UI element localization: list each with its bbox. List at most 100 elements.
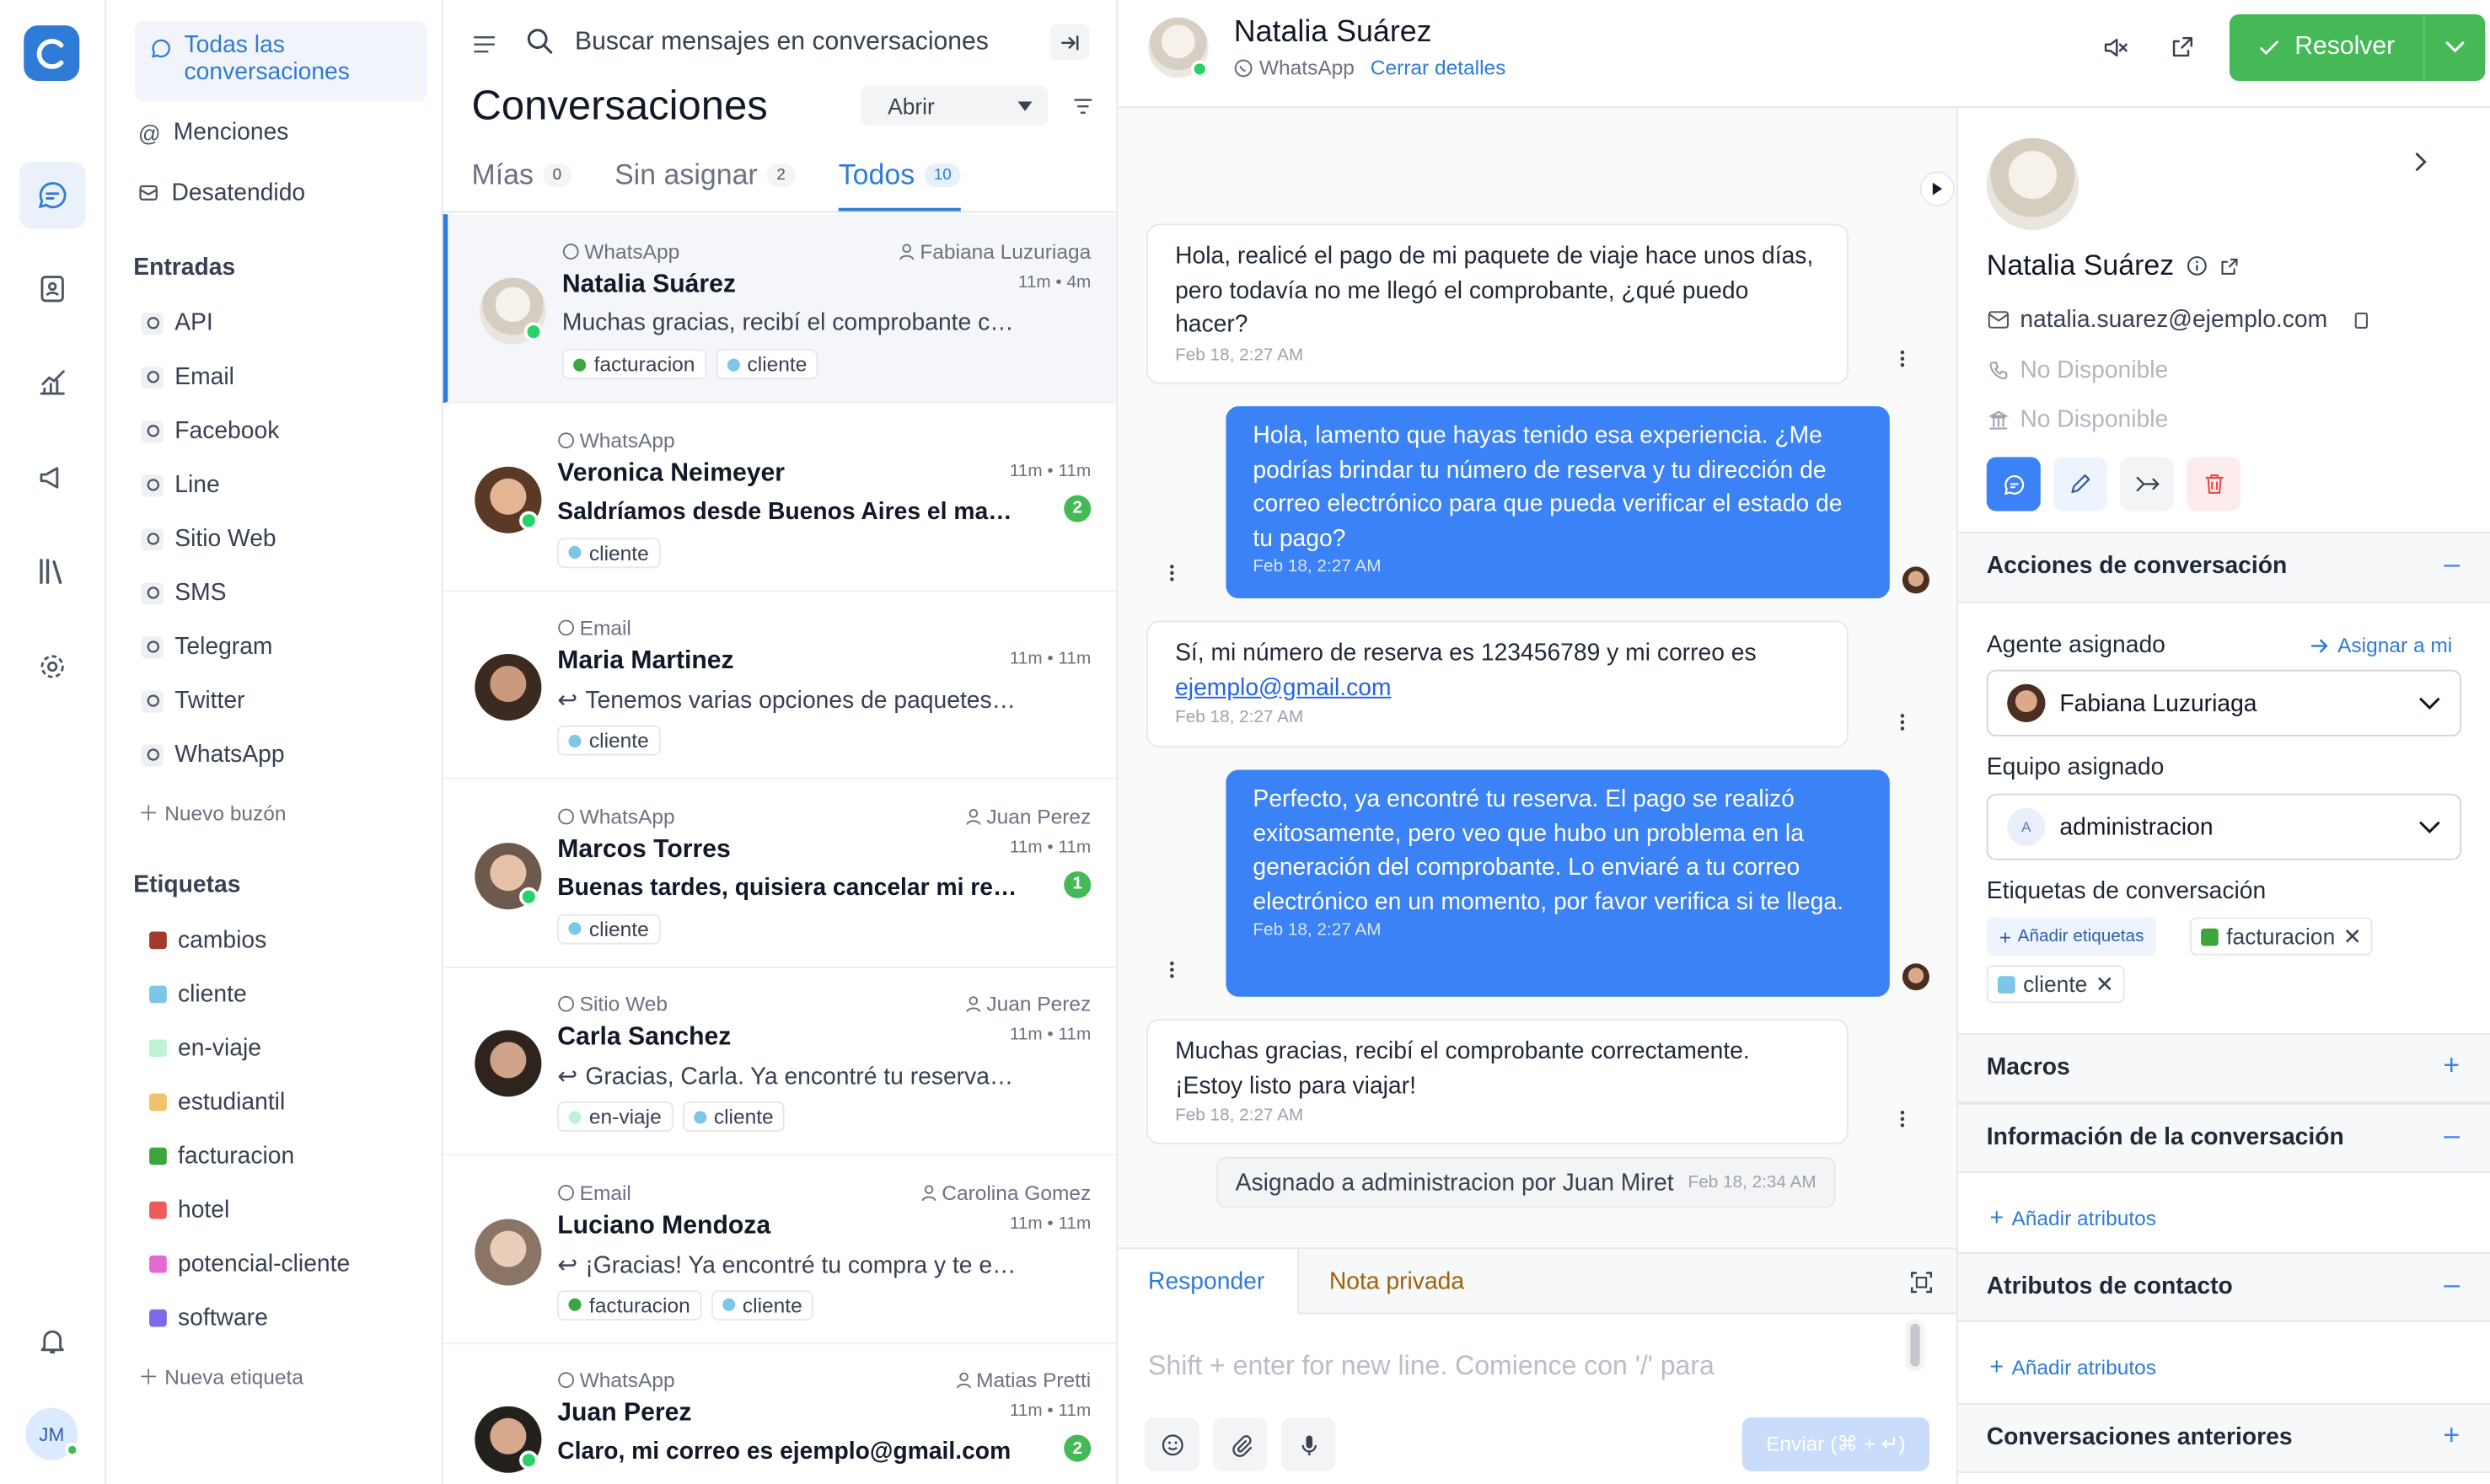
message-menu-icon[interactable] xyxy=(1899,1109,1906,1128)
sidebar-inbox-item[interactable]: API xyxy=(141,309,213,336)
remove-tag-icon[interactable]: ✕ xyxy=(2096,971,2114,998)
sidebar-inbox-item[interactable]: WhatsApp xyxy=(141,742,285,769)
collapse-icon[interactable]: – xyxy=(2444,1268,2460,1302)
add-attributes-label: Añadir atributos xyxy=(2011,1355,2157,1380)
add-tags-button[interactable]: + Añadir etiquetas xyxy=(1986,917,2157,956)
section-macros[interactable]: Macros + xyxy=(1957,1033,2490,1103)
contacts-icon[interactable] xyxy=(19,255,86,322)
chevron-right-icon[interactable] xyxy=(2414,151,2430,173)
message-menu-icon[interactable] xyxy=(1169,564,1176,583)
sidebar-inbox-item[interactable]: Facebook xyxy=(141,417,279,444)
expand-icon[interactable]: + xyxy=(2443,1419,2460,1453)
add-attributes-link[interactable]: + Añadir atributos xyxy=(1990,1205,2156,1232)
chat-icon[interactable] xyxy=(19,162,86,229)
sidebar-label-item[interactable]: potencial-cliente xyxy=(149,1251,350,1278)
conversation-card[interactable]: WhatsApp Fabiana Luzuriaga Natalia Suárez 1… xyxy=(443,214,1117,404)
conversation-card[interactable]: WhatsApp Veronica Neimeyer 11m • 11m Saldrí… xyxy=(443,402,1117,592)
copy-icon[interactable] xyxy=(2351,310,2369,329)
section-previous-conversations[interactable]: Conversaciones anteriores + xyxy=(1957,1402,2490,1473)
send-button[interactable]: Enviar (⌘ + ↵) xyxy=(1741,1417,1929,1471)
mute-icon[interactable] xyxy=(2102,35,2128,60)
sidebar-inbox-item[interactable]: Telegram xyxy=(141,633,272,660)
collapse-panel-button[interactable] xyxy=(1049,24,1090,61)
menu-icon[interactable] xyxy=(473,35,496,54)
tab-all[interactable]: Todos 10 xyxy=(839,158,962,192)
collapse-icon[interactable]: – xyxy=(2444,1119,2460,1153)
merge-contact-button[interactable] xyxy=(2120,457,2175,512)
filter-icon[interactable] xyxy=(1074,99,1093,115)
external-link-icon[interactable] xyxy=(2220,256,2240,276)
chevron-down-icon[interactable] xyxy=(2444,40,2466,56)
conversation-card[interactable]: WhatsApp Matias Pretti Juan Perez 11m • 11m… xyxy=(443,1342,1117,1484)
sidebar-label-item[interactable]: software xyxy=(149,1305,268,1331)
message-menu-icon[interactable] xyxy=(1899,713,1906,732)
user-avatar[interactable]: JM xyxy=(25,1407,80,1460)
sidebar-inbox-item[interactable]: SMS xyxy=(141,579,226,606)
settings-icon[interactable] xyxy=(19,633,86,699)
bell-icon[interactable] xyxy=(19,1308,86,1374)
conversation-card[interactable]: WhatsApp Juan Perez Marcos Torres 11m • 11m… xyxy=(443,779,1117,967)
remove-tag-icon[interactable]: ✕ xyxy=(2343,923,2362,950)
library-icon[interactable] xyxy=(19,538,86,604)
conversation-card[interactable]: Sitio Web Juan Perez Carla Sanchez 11m • 11… xyxy=(443,967,1117,1156)
sidebar-item-all-conversations[interactable]: Todas las conversaciones xyxy=(135,20,427,102)
new-message-button[interactable] xyxy=(1986,457,2041,512)
delete-contact-button[interactable] xyxy=(2187,457,2241,512)
emoji-button[interactable] xyxy=(1145,1417,1199,1471)
sidebar-label-item[interactable]: cambios xyxy=(149,927,266,954)
voice-button[interactable] xyxy=(1281,1417,1336,1471)
agent-select[interactable]: Fabiana Luzuriaga xyxy=(1986,669,2462,737)
collapse-icon[interactable]: – xyxy=(2444,548,2460,581)
conversation-card[interactable]: Email Carolina Gomez Luciano Mendoza 11m • … xyxy=(443,1155,1117,1344)
assign-to-me-label: Asignar a mi xyxy=(2337,633,2453,657)
section-conversation-actions[interactable]: Acciones de conversación – xyxy=(1957,531,2490,603)
team-select[interactable]: A administracion xyxy=(1986,793,2462,860)
email-link[interactable]: ejemplo@gmail.com xyxy=(1175,674,1391,701)
new-inbox-link[interactable]: ＋ Nuevo buzón xyxy=(138,796,287,827)
campaigns-icon[interactable] xyxy=(19,444,86,511)
info-icon[interactable] xyxy=(2187,255,2207,276)
sidebar-inbox-item[interactable]: Sitio Web xyxy=(141,525,276,552)
tab-mine[interactable]: Mías 0 xyxy=(472,158,572,192)
tab-reply[interactable]: Responder xyxy=(1148,1268,1264,1295)
sidebar-inbox-item[interactable]: Twitter xyxy=(141,688,244,715)
close-details-link[interactable]: Cerrar detalles xyxy=(1371,56,1506,79)
attachment-button[interactable] xyxy=(1213,1417,1268,1471)
sidebar-item-unattended[interactable]: Desatendido xyxy=(135,179,427,206)
section-conversation-info[interactable]: Información de la conversación – xyxy=(1957,1102,2490,1173)
contact-name[interactable]: Natalia Suárez xyxy=(1234,16,1432,51)
resolve-button[interactable]: Resolver xyxy=(2229,13,2486,82)
input-scrollbar[interactable] xyxy=(1905,1319,1925,1372)
message-input[interactable]: Shift + enter for new line. Comience con… xyxy=(1148,1351,1715,1383)
message-menu-icon[interactable] xyxy=(1169,960,1176,979)
new-label-link[interactable]: ＋ Nueva etiqueta xyxy=(138,1360,303,1390)
sidebar-label-item[interactable]: hotel xyxy=(149,1197,229,1224)
share-icon[interactable] xyxy=(2169,35,2194,60)
sidebar-item-mentions[interactable]: @ Menciones xyxy=(135,119,427,146)
status-filter-select[interactable]: Abrir xyxy=(861,85,1049,126)
sidebar-inbox-item[interactable]: Email xyxy=(141,363,234,390)
expand-icon[interactable]: + xyxy=(2443,1049,2460,1083)
search-input[interactable]: Buscar mensajes en conversaciones xyxy=(575,29,989,57)
conversation-card[interactable]: Email Maria Martinez 11m • 11m ↩ Tenemos var… xyxy=(443,591,1117,780)
sidebar-label-item[interactable]: cliente xyxy=(149,981,247,1008)
sidebar-label-item[interactable]: estudiantil xyxy=(149,1089,285,1116)
conversation-labels: cliente xyxy=(557,537,660,568)
contact-email[interactable]: natalia.suarez@ejemplo.com xyxy=(2020,306,2327,333)
expand-icon[interactable] xyxy=(1910,1272,1933,1294)
sidebar-label-item[interactable]: en-viaje xyxy=(149,1035,261,1062)
sidebar-label-item[interactable]: facturacion xyxy=(149,1143,294,1170)
tab-private-note[interactable]: Nota privada xyxy=(1297,1249,1956,1315)
toggle-sidebar-button[interactable] xyxy=(1919,171,1956,206)
assign-to-me-link[interactable]: Asignar a mi xyxy=(2310,633,2453,657)
message-preview: Claro, mi correo es ejemplo@gmail.com xyxy=(557,1438,1017,1465)
sidebar-inbox-item[interactable]: Line xyxy=(141,471,220,498)
add-attributes-link[interactable]: + Añadir atributos xyxy=(1990,1354,2156,1381)
unread-count-badge: 2 xyxy=(1064,494,1092,522)
section-contact-attributes[interactable]: Atributos de contacto – xyxy=(1957,1252,2490,1322)
reports-icon[interactable] xyxy=(19,349,86,415)
logo-icon[interactable] xyxy=(24,25,80,82)
message-menu-icon[interactable] xyxy=(1899,349,1906,368)
tab-unassigned[interactable]: Sin asignar 2 xyxy=(614,158,796,192)
edit-contact-button[interactable] xyxy=(2053,457,2107,512)
